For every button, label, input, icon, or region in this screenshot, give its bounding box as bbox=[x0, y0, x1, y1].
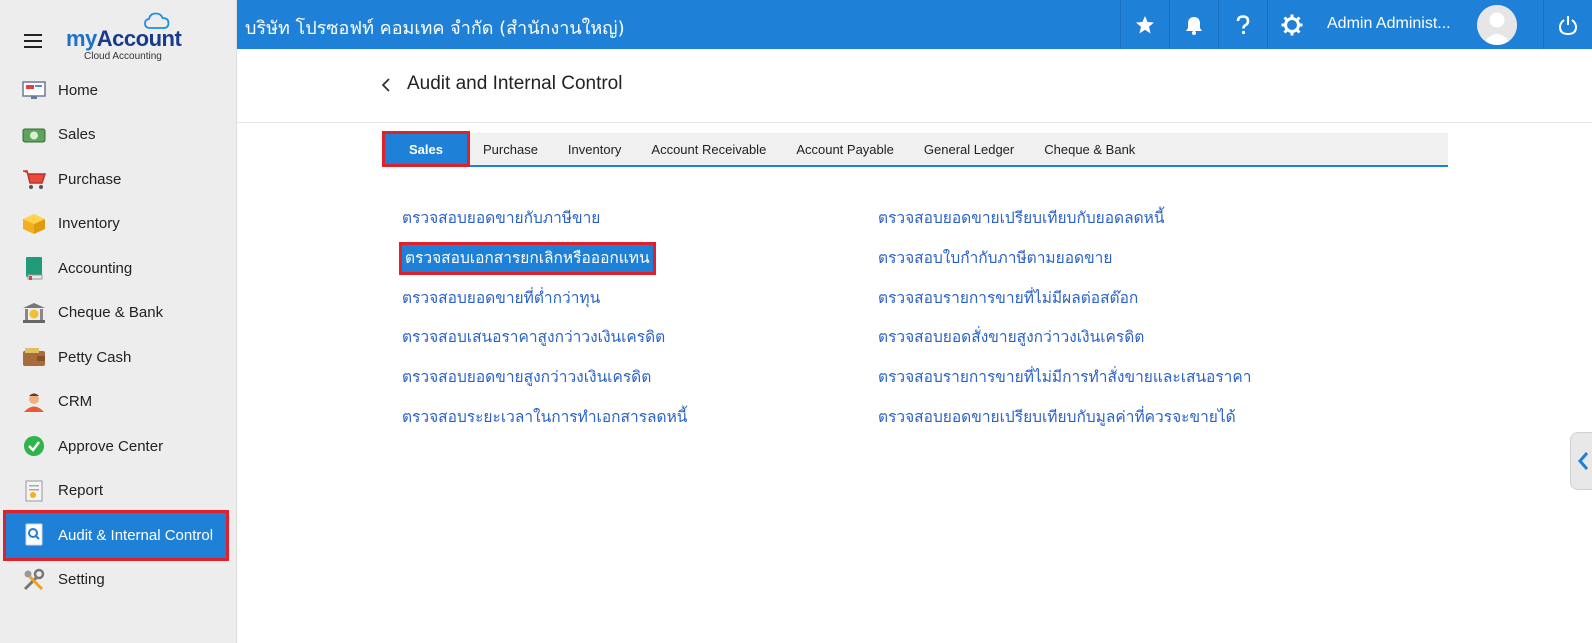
home-icon bbox=[22, 78, 46, 102]
avatar[interactable] bbox=[1477, 5, 1517, 45]
tab-cheque-bank[interactable]: Cheque & Bank bbox=[1029, 133, 1150, 165]
audit-link[interactable]: ตรวจสอบเสนอราคาสูงกว่าวงเงินเครดิต bbox=[402, 327, 687, 367]
audit-icon bbox=[22, 523, 46, 547]
sidebar-item-label: Cheque & Bank bbox=[58, 304, 164, 322]
audit-link[interactable]: ตรวจสอบรายการขายที่ไม่มีผลต่อสต๊อก bbox=[878, 288, 1251, 328]
sales-icon bbox=[22, 123, 46, 147]
tab-inventory[interactable]: Inventory bbox=[553, 133, 636, 165]
sidebar-item-label: Inventory bbox=[58, 215, 120, 233]
sidebar-item-approve-center[interactable]: Approve Center bbox=[0, 424, 236, 469]
sidebar-item-label: Approve Center bbox=[58, 437, 164, 455]
tab-purchase[interactable]: Purchase bbox=[468, 133, 553, 165]
chevron-left-icon bbox=[381, 78, 390, 92]
person-icon bbox=[22, 390, 46, 414]
company-name: บริษัท โปรซอฟท์ คอมเทค จำกัด (สำนักงานให… bbox=[245, 18, 625, 39]
sidebar-item-label: Setting bbox=[58, 571, 105, 589]
page-header: Audit and Internal Control bbox=[237, 49, 1592, 123]
logout-button[interactable] bbox=[1543, 0, 1591, 49]
logo: myAccount Cloud Accounting bbox=[66, 12, 186, 64]
sidebar-item-label: Petty Cash bbox=[58, 348, 132, 366]
audit-link-selected[interactable]: ตรวจสอบเอกสารยกเลิกหรือออกแทน bbox=[399, 241, 687, 288]
sidebar-item-inventory[interactable]: Inventory bbox=[0, 202, 236, 247]
cart-icon bbox=[22, 167, 46, 191]
favorite-button[interactable] bbox=[1120, 0, 1168, 49]
check-circle-icon bbox=[22, 434, 46, 458]
settings-button[interactable] bbox=[1267, 0, 1315, 49]
audit-link[interactable]: ตรวจสอบยอดขายที่ต่ำกว่าทุน bbox=[402, 288, 687, 328]
module-tabs: Sales Purchase Inventory Account Receiva… bbox=[382, 131, 1448, 167]
audit-link[interactable]: ตรวจสอบยอดสั่งขายสูงกว่าวงเงินเครดิต bbox=[878, 327, 1251, 367]
page-title: Audit and Internal Control bbox=[407, 73, 623, 94]
help-icon bbox=[1236, 14, 1249, 34]
sidebar-item-label: Report bbox=[58, 482, 104, 500]
tab-sales[interactable]: Sales bbox=[382, 131, 470, 167]
ledger-book-icon bbox=[22, 256, 46, 281]
user-name[interactable]: Admin Administ... bbox=[1327, 15, 1451, 33]
user-avatar-icon bbox=[1477, 5, 1517, 45]
sidebar-item-petty-cash[interactable]: Petty Cash bbox=[0, 335, 236, 380]
audit-link[interactable]: ตรวจสอบยอดขายสูงกว่าวงเงินเครดิต bbox=[402, 367, 687, 407]
sidebar-item-label: Purchase bbox=[58, 170, 122, 188]
audit-link[interactable]: ตรวจสอบรายการขายที่ไม่มีการทำสั่งขายและเ… bbox=[878, 367, 1251, 407]
sidebar-item-accounting[interactable]: Accounting bbox=[0, 246, 236, 291]
tab-general-ledger[interactable]: General Ledger bbox=[909, 133, 1029, 165]
sidebar-item-crm[interactable]: CRM bbox=[0, 380, 236, 425]
power-icon bbox=[1558, 15, 1577, 35]
link-column-right: ตรวจสอบยอดขายเปรียบเทียบกับยอดลดหนี้ ตรว… bbox=[878, 208, 1251, 447]
tab-account-receivable[interactable]: Account Receivable bbox=[636, 133, 781, 165]
audit-link[interactable]: ตรวจสอบยอดขายเปรียบเทียบกับมูลค่าที่ควรจ… bbox=[878, 407, 1251, 447]
tools-icon bbox=[22, 568, 46, 592]
notification-button[interactable] bbox=[1169, 0, 1217, 49]
sidebar-item-label: Home bbox=[58, 81, 99, 99]
bell-icon bbox=[1185, 16, 1202, 35]
wallet-icon bbox=[22, 345, 46, 369]
audit-link[interactable]: ตรวจสอบยอดขายกับภาษีขาย bbox=[402, 208, 687, 248]
sidebar-item-label: Audit & Internal Control bbox=[58, 526, 214, 544]
star-icon bbox=[1135, 15, 1154, 33]
audit-link[interactable]: ตรวจสอบใบกำกับภาษีตามยอดขาย bbox=[878, 248, 1251, 288]
report-icon bbox=[22, 479, 46, 503]
sidebar: myAccount Cloud Accounting Home Sales Pu… bbox=[0, 0, 237, 643]
sidebar-item-setting[interactable]: Setting bbox=[0, 558, 236, 603]
back-button[interactable] bbox=[377, 75, 397, 95]
gear-icon bbox=[1281, 14, 1302, 35]
tab-account-payable[interactable]: Account Payable bbox=[781, 133, 909, 165]
sidebar-item-audit-internal-control[interactable]: Audit & Internal Control bbox=[3, 510, 229, 561]
brand-name: myAccount bbox=[66, 26, 182, 51]
sidebar-item-label: CRM bbox=[58, 393, 93, 411]
bank-icon bbox=[22, 301, 46, 325]
brand-tagline: Cloud Accounting bbox=[84, 51, 162, 62]
box-icon bbox=[22, 212, 46, 236]
sidebar-item-label: Accounting bbox=[58, 259, 133, 277]
top-bar: บริษัท โปรซอฟท์ คอมเทค จำกัด (สำนักงานให… bbox=[237, 0, 1592, 49]
sidebar-item-purchase[interactable]: Purchase bbox=[0, 157, 236, 202]
sidebar-item-report[interactable]: Report bbox=[0, 469, 236, 514]
help-button[interactable] bbox=[1218, 0, 1266, 49]
sidebar-item-cheque-bank[interactable]: Cheque & Bank bbox=[0, 291, 236, 336]
audit-link[interactable]: ตรวจสอบยอดขายเปรียบเทียบกับยอดลดหนี้ bbox=[878, 208, 1251, 248]
chevron-left-icon bbox=[1578, 452, 1589, 470]
side-panel-toggle[interactable] bbox=[1570, 432, 1592, 490]
sidebar-nav: Home Sales Purchase Inventory Accounting bbox=[0, 68, 236, 602]
sidebar-item-sales[interactable]: Sales bbox=[0, 113, 236, 158]
sidebar-item-home[interactable]: Home bbox=[0, 68, 236, 113]
sidebar-item-label: Sales bbox=[58, 126, 96, 144]
menu-icon[interactable] bbox=[24, 34, 42, 48]
audit-link[interactable]: ตรวจสอบระยะเวลาในการทำเอกสารลดหนี้ bbox=[402, 407, 687, 447]
link-column-left: ตรวจสอบยอดขายกับภาษีขาย ตรวจสอบเอกสารยกเ… bbox=[399, 208, 687, 447]
